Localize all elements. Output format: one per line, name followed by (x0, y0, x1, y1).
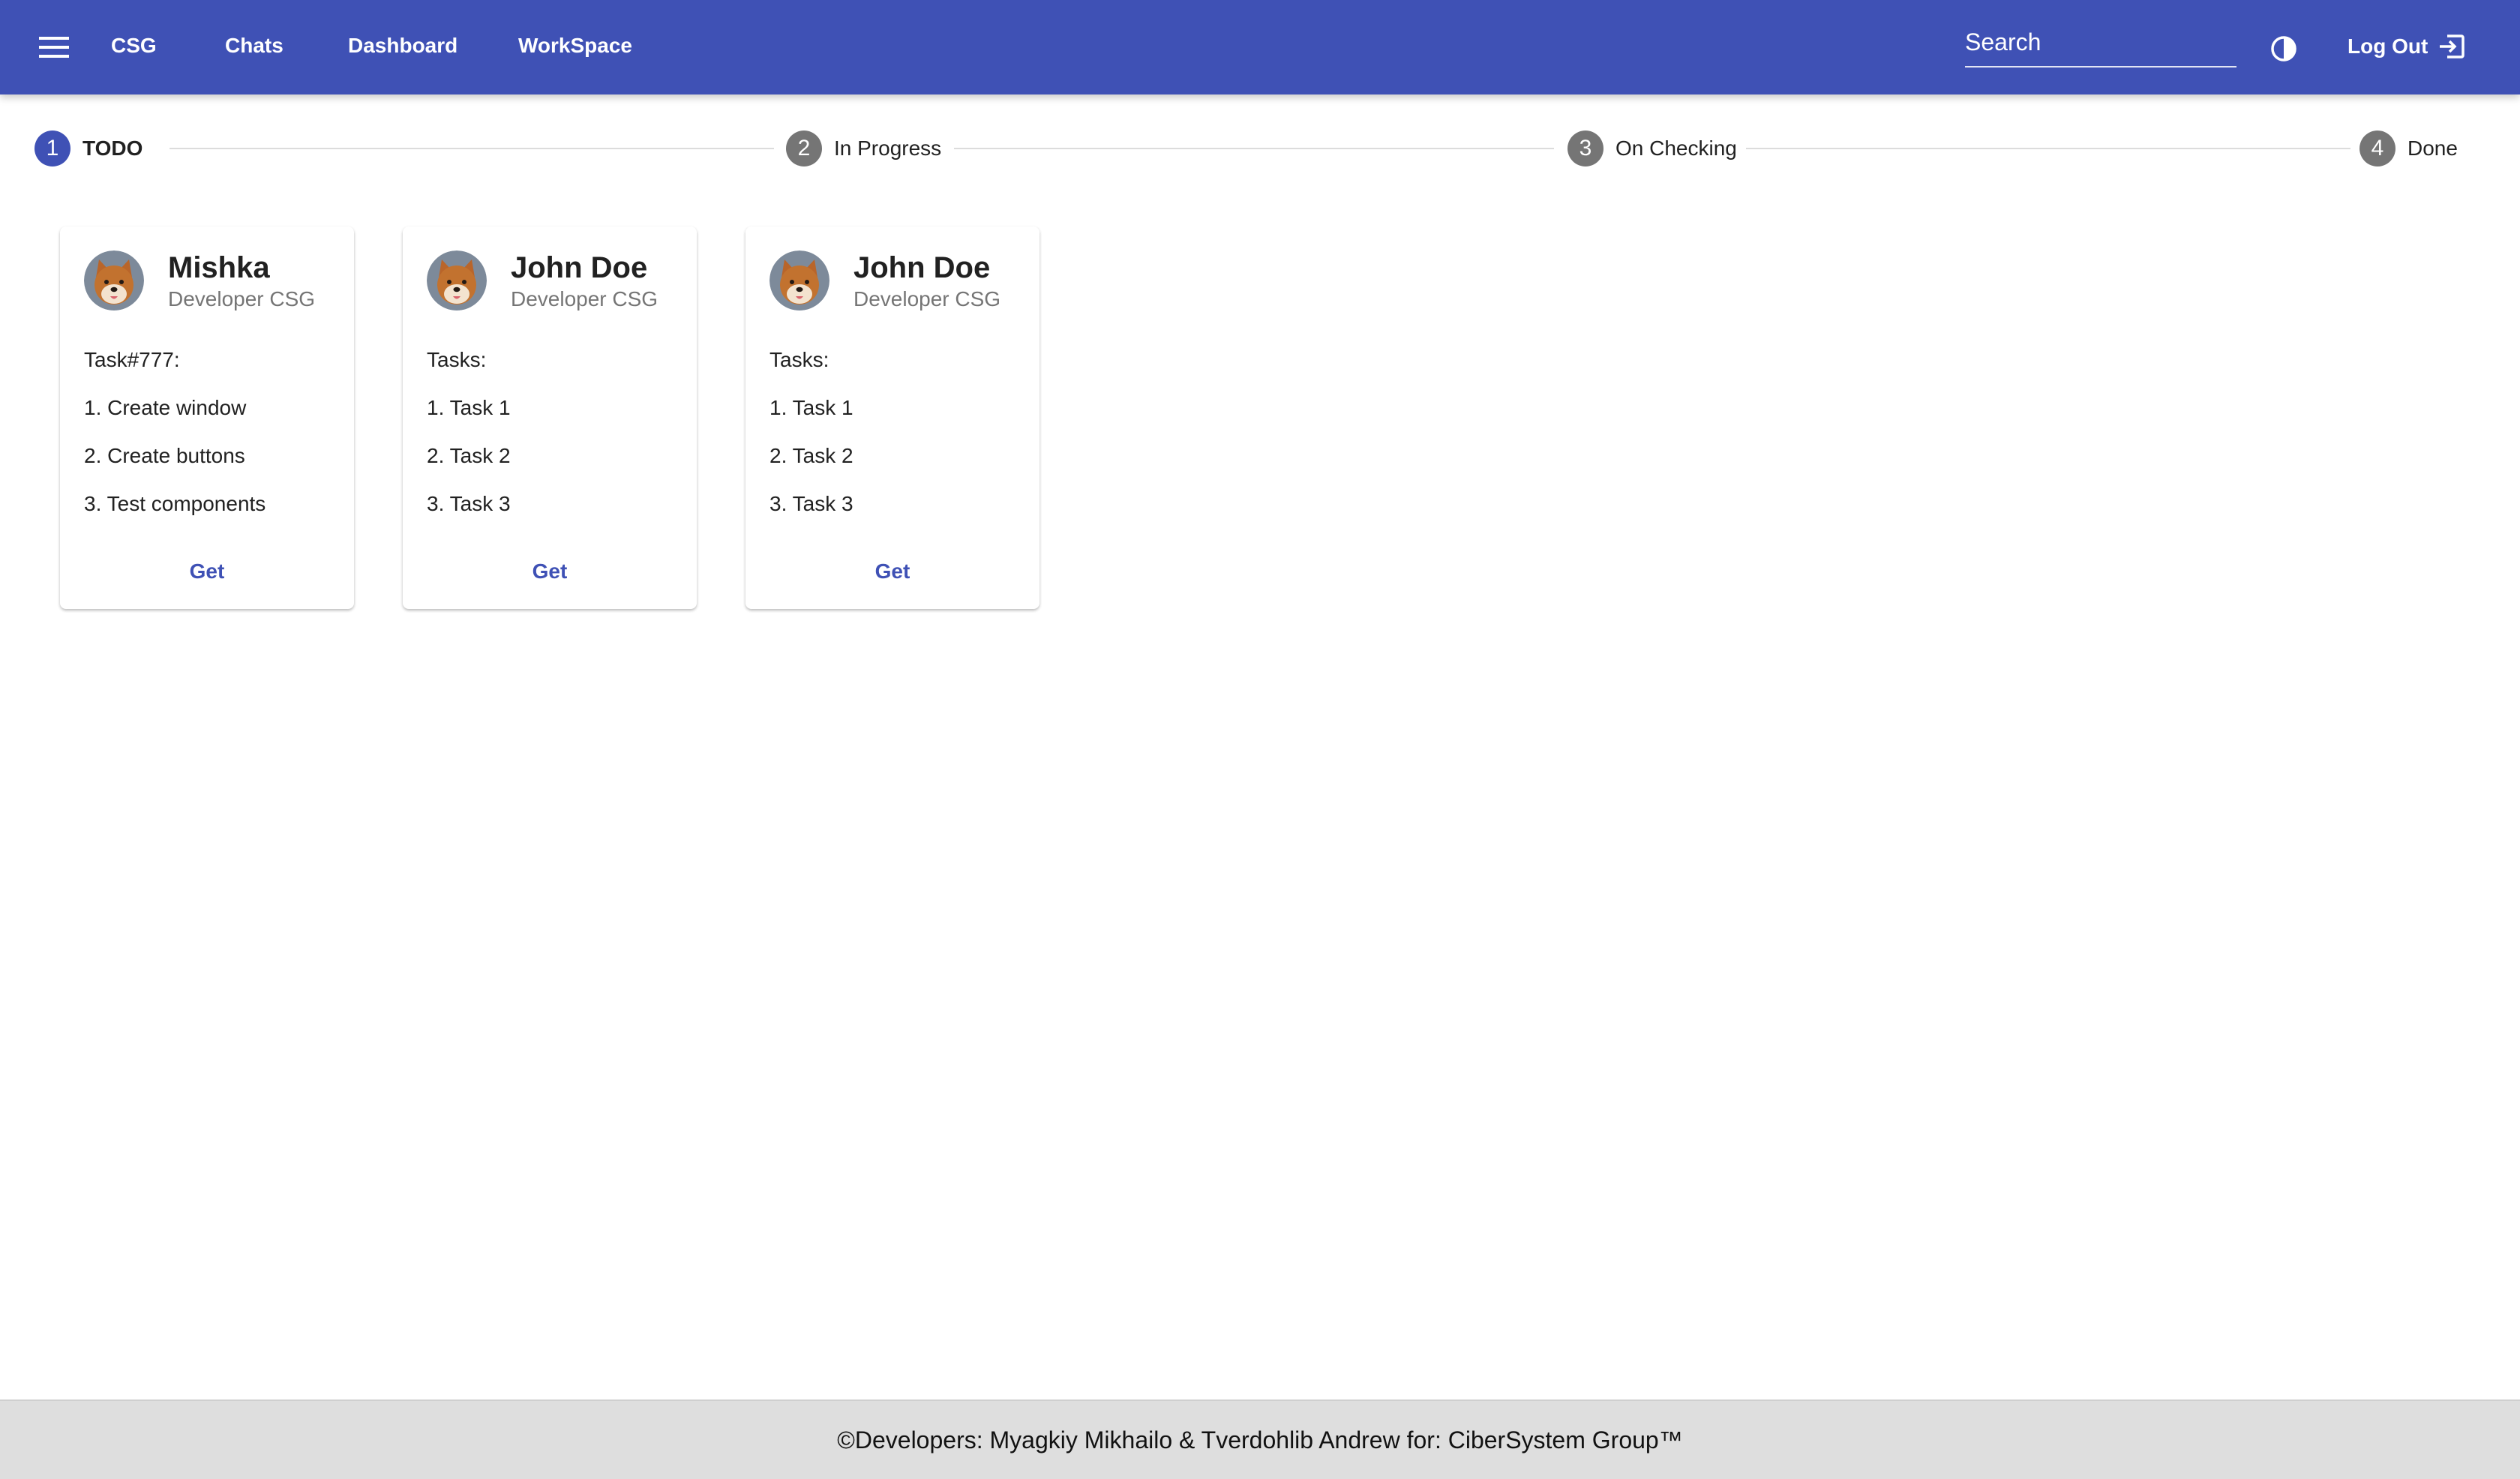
footer: ©Developers: Myagkiy Mikhailo & Tverdohl… (0, 1400, 2520, 1479)
card-role: Developer CSG (168, 287, 316, 310)
dog-avatar (770, 250, 830, 310)
app-bar: CSG Chats Dashboard WorkSpace Log Out (0, 0, 2520, 94)
step-number: 4 (2360, 130, 2396, 166)
menu-icon (39, 37, 69, 58)
card-line: Tasks: (770, 348, 830, 371)
theme-toggle-button[interactable] (2265, 30, 2302, 68)
nav-link-dashboard[interactable]: Dashboard (348, 31, 458, 61)
card-line: 1. Task 1 (427, 396, 511, 419)
card-line: 3. Task 3 (427, 492, 511, 515)
step-connector (954, 148, 1554, 149)
search-field (1965, 20, 2236, 68)
logout-label: Log Out (2348, 34, 2428, 58)
logout-icon (2440, 34, 2465, 58)
card-line: 3. Test components (84, 492, 266, 515)
contrast-icon (2271, 36, 2296, 62)
card-name: John Doe (854, 251, 991, 284)
task-card: Mishka Developer CSG Task#777: 1. Create… (60, 226, 354, 609)
avatar (84, 250, 144, 310)
nav-link-csg[interactable]: CSG (111, 31, 157, 61)
nav-link-chats[interactable]: Chats (225, 31, 284, 61)
card-header: John Doe Developer CSG (427, 249, 658, 312)
step-done[interactable]: 4 Done (2360, 129, 2458, 168)
card-name: John Doe (511, 251, 648, 284)
card-name: Mishka (168, 251, 270, 284)
avatar (770, 250, 830, 310)
step-label: In Progress (834, 136, 942, 160)
menu-button[interactable] (30, 23, 78, 71)
card-role: Developer CSG (511, 287, 658, 310)
card-line: 1. Task 1 (770, 396, 854, 419)
task-card: John Doe Developer CSG Tasks: 1. Task 1 … (403, 226, 697, 609)
step-on-checking[interactable]: 3 On Checking (1568, 129, 1737, 168)
task-stepper: 1 TODO 2 In Progress 3 On Checking 4 Don… (0, 126, 2520, 171)
step-label: TODO (82, 136, 143, 160)
card-line: 2. Task 2 (427, 444, 511, 467)
card-line: 1. Create window (84, 396, 247, 419)
step-number: 3 (1568, 130, 1604, 166)
card-line: 2. Create buttons (84, 444, 245, 467)
step-todo[interactable]: 1 TODO (34, 129, 142, 168)
get-button[interactable]: Get (60, 549, 354, 594)
search-input[interactable] (1965, 26, 2236, 58)
dog-avatar (84, 250, 144, 310)
nav-link-workspace[interactable]: WorkSpace (518, 31, 632, 61)
card-line: 2. Task 2 (770, 444, 854, 467)
task-card: John Doe Developer CSG Tasks: 1. Task 1 … (746, 226, 1040, 609)
step-connector (1746, 148, 2350, 149)
step-number: 2 (786, 130, 822, 166)
get-button[interactable]: Get (403, 549, 697, 594)
step-connector (170, 148, 774, 149)
card-content: Tasks: 1. Task 1 2. Task 2 3. Task 3 (770, 336, 854, 528)
avatar (427, 250, 487, 310)
card-content: Tasks: 1. Task 1 2. Task 2 3. Task 3 (427, 336, 511, 528)
card-header: Mishka Developer CSG (84, 249, 315, 312)
step-number: 1 (34, 130, 70, 166)
footer-credits: ©Developers: Myagkiy Mikhailo & Tverdohl… (837, 1426, 1683, 1454)
card-role: Developer CSG (854, 287, 1001, 310)
get-button[interactable]: Get (746, 549, 1040, 594)
card-line: Task#777: (84, 348, 180, 371)
card-header: John Doe Developer CSG (770, 249, 1000, 312)
card-content: Task#777: 1. Create window 2. Create but… (84, 336, 266, 528)
dog-avatar (427, 250, 487, 310)
card-line: Tasks: (427, 348, 487, 371)
logout-button[interactable]: Log Out (2348, 24, 2467, 69)
step-in-progress[interactable]: 2 In Progress (786, 129, 941, 168)
card-line: 3. Task 3 (770, 492, 854, 515)
step-label: Done (2408, 136, 2458, 160)
step-label: On Checking (1616, 136, 1737, 160)
